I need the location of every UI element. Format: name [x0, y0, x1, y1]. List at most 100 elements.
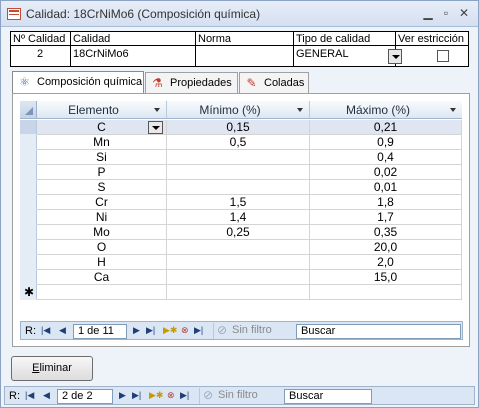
new-record-icon[interactable]: ▶✱ [149, 390, 163, 401]
sort-arrow-icon[interactable] [450, 108, 456, 112]
cell-minimo[interactable]: 1,4 [167, 210, 310, 225]
table-row[interactable]: Cr 1,5 1,8 [20, 195, 462, 210]
sort-arrow-icon[interactable] [297, 108, 303, 112]
previous-record-icon[interactable]: ◀ [43, 390, 50, 401]
table-row[interactable]: O 20,0 [20, 240, 462, 255]
table-row[interactable]: Mn 0,5 0,9 [20, 135, 462, 150]
row-selector[interactable] [20, 120, 37, 135]
row-selector[interactable] [20, 255, 37, 270]
cell-elemento[interactable]: Ca [37, 270, 167, 285]
cell-elemento[interactable]: P [37, 165, 167, 180]
search-input[interactable]: Buscar [284, 389, 372, 404]
cell-elemento[interactable]: Cr [37, 195, 167, 210]
eliminar-button[interactable]: Eliminar [11, 356, 93, 381]
table-row[interactable]: Mo 0,25 0,35 [20, 225, 462, 240]
row-selector[interactable] [20, 210, 37, 225]
maximize-icon[interactable]: ▫ [439, 6, 453, 20]
cell-maximo[interactable]: 0,9 [310, 135, 462, 150]
cell-maximo[interactable]: 0,35 [310, 225, 462, 240]
table-row[interactable]: C 0,15 0,21 [20, 120, 462, 135]
cell-maximo[interactable]: 1,8 [310, 195, 462, 210]
new-record-icon[interactable]: ▶✱ [163, 325, 177, 336]
record-number-field[interactable]: 2 de 2 [57, 389, 113, 404]
tab-propiedades[interactable]: ⚗ Propiedades [145, 72, 238, 93]
last-record-icon[interactable]: ▶| [146, 325, 155, 336]
new-row-cell[interactable] [310, 285, 462, 300]
toggle-pane-icon[interactable]: ▶| [194, 325, 203, 336]
table-row[interactable]: Si 0,4 [20, 150, 462, 165]
delete-record-icon[interactable]: ⊗ [181, 325, 189, 336]
ver-estriccion-checkbox[interactable] [437, 50, 449, 62]
row-selector[interactable] [20, 180, 37, 195]
column-header-minimo[interactable]: Mínimo (%) [167, 101, 310, 119]
minimize-icon[interactable]: ▁ [421, 6, 435, 20]
cell-elemento[interactable]: Mn [37, 135, 167, 150]
cell-elemento[interactable]: H [37, 255, 167, 270]
row-selector[interactable] [20, 135, 37, 150]
cell-minimo[interactable] [167, 240, 310, 255]
cell-elemento[interactable]: Mo [37, 225, 167, 240]
column-header-elemento[interactable]: Elemento [37, 101, 167, 119]
tab-coladas[interactable]: ✎ Coladas [239, 72, 309, 93]
next-record-icon[interactable]: ▶ [133, 325, 140, 336]
record-number-field[interactable]: 1 de 11 [73, 324, 127, 339]
cell-elemento[interactable]: S [37, 180, 167, 195]
cell-minimo[interactable] [167, 180, 310, 195]
cell-minimo[interactable]: 0,5 [167, 135, 310, 150]
table-row[interactable]: S 0,01 [20, 180, 462, 195]
row-selector[interactable] [20, 195, 37, 210]
row-selector[interactable]: ✱ [20, 285, 37, 300]
tipo-combo[interactable]: GENERAL [296, 48, 349, 60]
cell-minimo[interactable] [167, 150, 310, 165]
table-row[interactable]: Ca 15,0 [20, 270, 462, 285]
numero-field[interactable]: 2 [37, 48, 43, 60]
sort-arrow-icon[interactable] [154, 108, 160, 112]
cell-maximo[interactable]: 0,02 [310, 165, 462, 180]
cell-maximo[interactable]: 0,4 [310, 150, 462, 165]
column-header-maximo[interactable]: Máximo (%) [310, 101, 462, 119]
search-input[interactable]: Buscar [296, 324, 461, 339]
cell-elemento[interactable]: Si [37, 150, 167, 165]
row-selector[interactable] [20, 225, 37, 240]
table-row[interactable]: Ni 1,4 1,7 [20, 210, 462, 225]
cell-elemento[interactable]: Ni [37, 210, 167, 225]
previous-record-icon[interactable]: ◀ [59, 325, 66, 336]
cell-maximo[interactable]: 0,21 [310, 120, 462, 135]
cell-maximo[interactable]: 2,0 [310, 255, 462, 270]
select-all-corner[interactable] [20, 101, 37, 119]
row-selector[interactable] [20, 165, 37, 180]
cell-maximo[interactable]: 0,01 [310, 180, 462, 195]
table-row[interactable]: H 2,0 [20, 255, 462, 270]
table-row[interactable]: P 0,02 [20, 165, 462, 180]
first-record-icon[interactable]: |◀ [25, 390, 34, 401]
new-record-row[interactable]: ✱ [20, 285, 462, 300]
tab-composicion[interactable]: ⚛ Composición química [12, 71, 144, 94]
calidad-field[interactable]: 18CrNiMo6 [73, 48, 129, 60]
cell-minimo[interactable] [167, 270, 310, 285]
cell-elemento[interactable]: O [37, 240, 167, 255]
new-row-cell[interactable] [37, 285, 167, 300]
cell-maximo[interactable]: 15,0 [310, 270, 462, 285]
cell-minimo[interactable]: 0,25 [167, 225, 310, 240]
filter-status[interactable]: Sin filtro [213, 323, 289, 339]
cell-minimo[interactable]: 0,15 [167, 120, 310, 135]
next-record-icon[interactable]: ▶ [119, 390, 126, 401]
first-record-icon[interactable]: |◀ [41, 325, 50, 336]
cell-maximo[interactable]: 20,0 [310, 240, 462, 255]
norma-cell: Norma [196, 32, 294, 66]
cell-minimo[interactable]: 1,5 [167, 195, 310, 210]
elemento-dropdown-button[interactable] [148, 121, 163, 134]
cell-minimo[interactable] [167, 165, 310, 180]
row-selector[interactable] [20, 270, 37, 285]
numero-label: Nº Calidad [13, 33, 66, 45]
filter-status[interactable]: Sin filtro [199, 388, 277, 404]
toggle-pane-icon[interactable]: ▶| [180, 390, 189, 401]
new-row-cell[interactable] [167, 285, 310, 300]
row-selector[interactable] [20, 240, 37, 255]
cell-minimo[interactable] [167, 255, 310, 270]
delete-record-icon[interactable]: ⊗ [167, 390, 175, 401]
row-selector[interactable] [20, 150, 37, 165]
cell-maximo[interactable]: 1,7 [310, 210, 462, 225]
last-record-icon[interactable]: ▶| [132, 390, 141, 401]
close-icon[interactable]: ✕ [457, 6, 471, 20]
